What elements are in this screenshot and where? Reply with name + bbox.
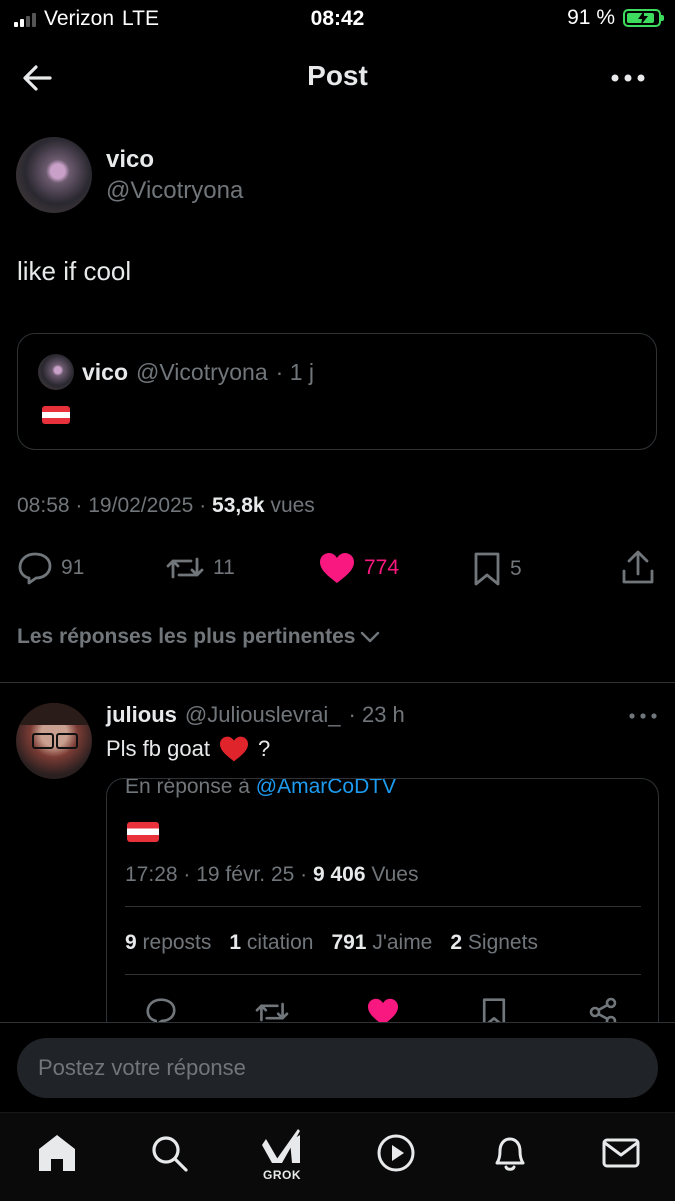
- tab-search[interactable]: [139, 1131, 199, 1191]
- replies-sort-dropdown[interactable]: Les réponses les plus pertinentes: [17, 625, 381, 649]
- views-label: vues: [270, 494, 315, 517]
- austria-flag-emoji: [127, 822, 159, 842]
- quoted-author-avatar: [38, 354, 74, 390]
- embed-stat-count: 2: [450, 931, 463, 954]
- author-handle[interactable]: @Vicotryona: [106, 177, 243, 205]
- tab-messages[interactable]: [591, 1131, 651, 1191]
- grok-icon: [262, 1129, 300, 1163]
- meta-separator: ·: [75, 494, 83, 517]
- repost-count: 11: [213, 556, 235, 579]
- reply-to-handle-link[interactable]: @AmarCoDTV: [256, 779, 396, 798]
- red-heart-emoji: [219, 736, 248, 762]
- reply-text: Pls fb goat ?: [106, 735, 270, 763]
- reply-more-icon[interactable]: [629, 713, 657, 719]
- home-icon: [39, 1135, 75, 1171]
- bookmark-count: 5: [510, 557, 522, 580]
- quoted-author-name: vico: [82, 359, 129, 385]
- bell-icon: [495, 1137, 525, 1171]
- reply-to-prefix: En réponse à: [125, 778, 250, 798]
- tab-grok[interactable]: GROK: [252, 1127, 312, 1187]
- more-options-icon[interactable]: [611, 74, 645, 82]
- reply-author-handle[interactable]: @Juliouslevrai_: [185, 702, 341, 728]
- embed-meta: 17:28 · 19 févr. 25 · 9 406 Vues: [125, 863, 419, 886]
- tab-video[interactable]: [366, 1131, 426, 1191]
- embed-date: 19 févr. 25: [196, 863, 295, 886]
- search-icon: [152, 1136, 188, 1172]
- battery-icon: [623, 9, 664, 27]
- reply-composer-bar: Postez votre réponse: [0, 1022, 675, 1113]
- embed-stat-count: 1: [229, 931, 242, 954]
- embed-stat[interactable]: 1 citation: [229, 931, 313, 955]
- embed-stat-label: reposts: [136, 931, 212, 954]
- reply-author-avatar[interactable]: [16, 703, 92, 779]
- embed-stat-count: 791: [331, 931, 367, 954]
- view-count: 53,8k: [212, 494, 265, 517]
- post-text: like if cool: [17, 256, 132, 286]
- reply-author-name[interactable]: julious: [106, 702, 177, 728]
- embed-time: 17:28: [125, 863, 178, 886]
- reply-text-end: ?: [257, 736, 271, 761]
- embedded-post-card[interactable]: En réponse à @AmarCoDTV 17:28 · 19 févr.…: [106, 778, 659, 1038]
- divider: [125, 974, 641, 975]
- divider: [125, 906, 641, 907]
- reply-input[interactable]: Postez votre réponse: [17, 1038, 658, 1098]
- post-header: Post: [0, 40, 675, 114]
- grok-label: GROK: [263, 1168, 301, 1182]
- divider: [0, 682, 675, 683]
- post-date: 19/02/2025: [88, 494, 194, 517]
- replies-sort-label: Les réponses les plus pertinentes: [17, 625, 356, 648]
- quoted-author-handle: @Vicotryona: [136, 359, 268, 385]
- embed-stat[interactable]: 9 reposts: [125, 931, 211, 955]
- reply-text-start: Pls fb goat: [106, 736, 210, 761]
- post-meta: 08:58 · 19/02/2025 · 53,8k vues: [17, 494, 315, 518]
- austria-flag-emoji: [42, 406, 70, 424]
- reply-age: · 23 h: [348, 702, 405, 727]
- embed-stat[interactable]: 2 Signets: [450, 931, 538, 955]
- share-button[interactable]: [620, 549, 656, 587]
- repost-button[interactable]: 11: [165, 551, 235, 585]
- embed-stat-label: Signets: [462, 931, 538, 954]
- like-button[interactable]: 774: [318, 551, 399, 585]
- quoted-post[interactable]: vico @Vicotryona · 1 j: [17, 333, 657, 450]
- repost-icon: [166, 557, 204, 579]
- mail-icon: [602, 1138, 640, 1168]
- reply-header: julious @Juliouslevrai_ · 23 h: [106, 702, 405, 728]
- reply-icon: [18, 552, 52, 585]
- bookmark-icon: [474, 552, 500, 586]
- embed-views-label: Vues: [371, 863, 419, 886]
- reply-button[interactable]: 91: [17, 551, 84, 585]
- page-title: Post: [307, 60, 368, 91]
- post-time: 08:58: [17, 494, 70, 517]
- reply-count: 91: [61, 556, 85, 579]
- status-bar: Verizon LTE 08:42 91 %: [0, 0, 675, 38]
- author-avatar[interactable]: [16, 137, 92, 213]
- post-actions: 91 11 774 5: [0, 545, 675, 591]
- tab-home[interactable]: [27, 1131, 87, 1191]
- bookmark-button[interactable]: 5: [472, 551, 522, 587]
- embed-stat-label: citation: [241, 931, 314, 954]
- chevron-down-icon: [361, 631, 380, 643]
- embed-stat-count: 9: [125, 931, 137, 954]
- heart-filled-icon: [320, 553, 354, 583]
- play-circle-icon: [377, 1134, 415, 1172]
- bottom-tab-bar: GROK: [0, 1112, 675, 1201]
- reply-to-line: En réponse à @AmarCoDTV: [125, 778, 396, 799]
- share-icon: [622, 550, 654, 584]
- meta-separator: ·: [199, 494, 207, 517]
- embed-view-count: 9 406: [312, 863, 366, 886]
- author-name[interactable]: vico: [106, 146, 154, 174]
- embed-stats: 9 reposts 1 citation 791 J'aime 2 Signets: [125, 931, 538, 955]
- tab-notifications[interactable]: [480, 1131, 540, 1191]
- battery-percent: 91 %: [567, 6, 615, 29]
- like-count: 774: [364, 556, 400, 579]
- embed-stat[interactable]: 791 J'aime: [331, 931, 432, 955]
- quoted-post-age: · 1 j: [275, 359, 314, 385]
- embed-stat-label: J'aime: [366, 931, 433, 954]
